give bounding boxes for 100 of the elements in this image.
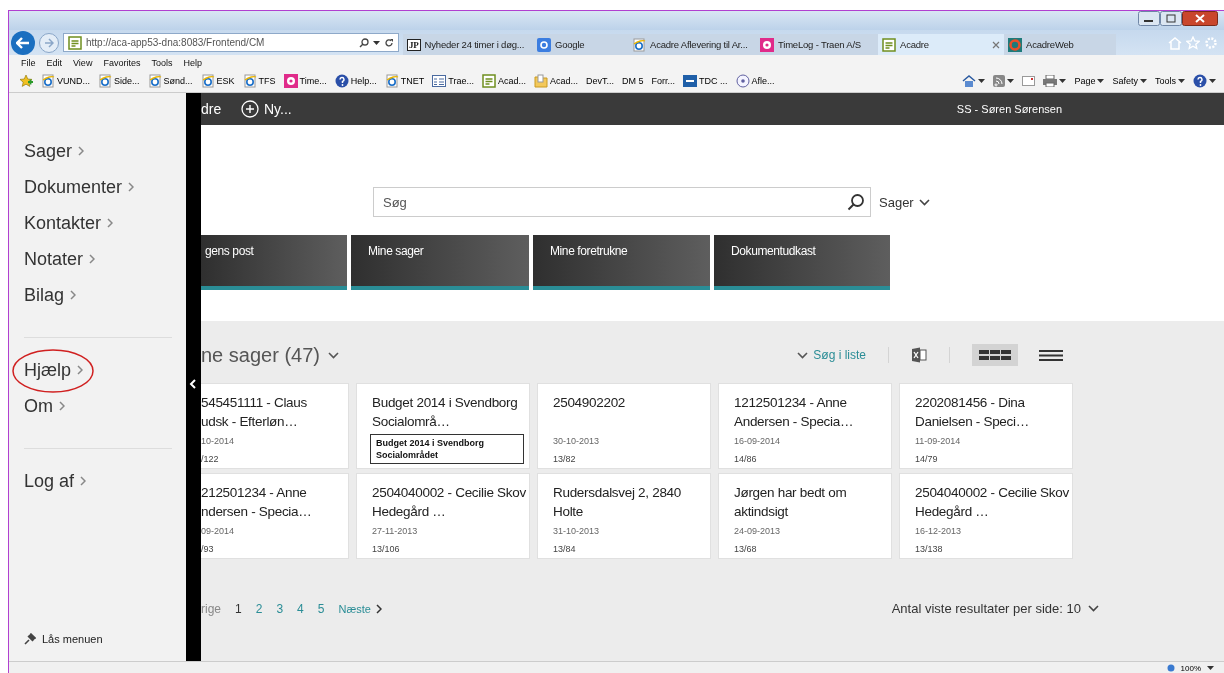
user-name[interactable]: SS - Søren Sørensen (956, 103, 1062, 115)
menu-item[interactable]: File (21, 57, 36, 68)
arrow-left-icon (16, 36, 30, 49)
tile[interactable]: Dokumentudkast (714, 235, 890, 290)
case-card[interactable]: 2504040002 - Cecilie Skov Hedegård … 16-12-2013 13/138 (899, 473, 1073, 559)
menu-item[interactable]: Help (183, 57, 202, 68)
chevron-icon (70, 290, 77, 300)
browser-tab[interactable]: TimeLog - Traen A/S (756, 34, 878, 55)
favorite-link[interactable]: Help... (350, 76, 377, 86)
case-card[interactable]: Rudersdalsvej 2, 2840 Holte 31-10-2013 13/84 (537, 473, 711, 559)
scope-dropdown[interactable]: Sager (879, 194, 930, 210)
case-number: 13/106 (372, 544, 401, 554)
favorite-link[interactable]: Afle... (751, 76, 775, 86)
app-logo-text: dre (201, 101, 223, 117)
back-button[interactable] (11, 30, 35, 55)
menu-item[interactable]: Tools (151, 57, 173, 68)
menu-item[interactable]: Edit (46, 57, 63, 68)
lock-menu-link[interactable]: Lås menuen (42, 633, 103, 645)
case-card[interactable]: 1212501234 - Anne Andersen - Specia… 16-09-2014 14/86 (718, 383, 892, 469)
favorite-link[interactable]: TNET (400, 76, 425, 86)
favorite-link[interactable]: DevT... (585, 76, 614, 86)
command-menu[interactable]: Tools (1155, 76, 1176, 86)
nav-item[interactable]: Bilag (24, 284, 65, 306)
command-menu[interactable]: Safety (1112, 76, 1138, 86)
dropdown-arrow-icon (978, 79, 986, 83)
favorite-link[interactable]: Time... (299, 76, 327, 86)
star-icon[interactable] (1186, 35, 1200, 50)
case-card[interactable]: 2504902202 30-10-2013 13/82 (537, 383, 711, 469)
favorite-link[interactable]: VUND... (57, 76, 90, 86)
page-size-dropdown[interactable]: Antal viste resultater per side: 10 (891, 601, 1099, 616)
favorite-link[interactable]: Forr... (651, 76, 675, 86)
tile[interactable]: gens post (201, 235, 347, 290)
case-card[interactable]: Jørgen har bedt om aktindsigt 24-09-2013 13/68 (718, 473, 892, 559)
tile[interactable]: Mine foretrukne (533, 235, 710, 290)
arrow-right-icon (44, 37, 54, 48)
search-icon[interactable] (847, 193, 865, 211)
browser-tab[interactable]: JP Nyheder 24 timer i døg... (403, 34, 533, 55)
tile-view-button[interactable] (972, 344, 1018, 366)
home-icon[interactable] (962, 74, 977, 88)
favorite-link[interactable]: ESK (216, 76, 235, 86)
chevron-down-icon (918, 198, 930, 206)
favorite-link[interactable]: Acad... (497, 76, 526, 86)
refresh-icon (384, 37, 394, 48)
case-title: 1212501234 - Anne Andersen - Specia… (734, 394, 855, 431)
case-card[interactable]: 2202081456 - Dina Danielsen - Speci… 11-09-2014 14/79 (899, 383, 1073, 469)
address-field[interactable]: http://aca-app53-dna:8083/Frontend/CM (63, 33, 399, 52)
ie-page-icon (98, 74, 112, 88)
nav-item[interactable]: Om (24, 395, 53, 417)
tile[interactable]: Mine sager (351, 235, 529, 290)
new-button[interactable]: Ny... (241, 100, 292, 118)
minimize-button[interactable] (1138, 11, 1160, 26)
case-card[interactable]: 545451111 - Claus udsk - Efterløn… 10-2014 /122 (201, 383, 349, 469)
logout-link[interactable]: Log af (24, 470, 75, 492)
feed-icon[interactable] (993, 75, 1006, 87)
case-date: 30-10-2013 (553, 436, 601, 446)
case-card[interactable]: Budget 2014 i Svendborg Socialområ… Budget 2014 i Svendborg Socialområdet (356, 383, 530, 469)
dropdown-arrow-icon (1097, 79, 1105, 83)
browser-tab[interactable]: AcadreWeb (1004, 34, 1116, 55)
command-menu[interactable]: Page (1074, 76, 1096, 86)
dropdown-arrow-icon (1140, 79, 1147, 83)
browser-tab[interactable]: Acadre Aflevering til Ar... (628, 34, 756, 55)
favorite-link[interactable]: Side... (114, 76, 140, 86)
ie-page-icon (41, 74, 55, 88)
favorite-link[interactable]: Trae... (448, 76, 474, 86)
nav-item[interactable]: Sager (24, 140, 73, 162)
case-number: /122 (201, 454, 220, 464)
page-link[interactable]: 1 (235, 601, 242, 616)
mail-icon[interactable] (1022, 76, 1036, 86)
ie-page-icon (147, 74, 162, 88)
menu-item[interactable]: Favorites (103, 57, 141, 68)
dropdown-arrow-icon (1059, 79, 1067, 83)
menu-item[interactable]: View (73, 57, 93, 68)
chevron-icon (375, 603, 382, 614)
logo (537, 37, 551, 52)
zoom-icon (1166, 664, 1175, 672)
nav-item[interactable]: Notater (24, 248, 84, 270)
help-icon (334, 74, 349, 88)
next-link[interactable]: Næste (338, 602, 382, 615)
search-field[interactable]: Søg (373, 187, 871, 217)
favorite-link[interactable]: Acad... (549, 76, 578, 86)
printer-icon[interactable] (1043, 75, 1058, 87)
nav-item[interactable]: Dokumenter (24, 176, 123, 198)
browser-tab[interactable]: Google (533, 34, 628, 55)
favorite-link[interactable]: DM 5 (622, 76, 644, 86)
case-card[interactable]: 2504040002 - Cecilie Skov Hedegård … 27-11-2013 13/106 (356, 473, 530, 559)
case-title: 212501234 - Anne ndersen - Specia… (201, 484, 313, 521)
nav-item[interactable]: Kontakter (24, 212, 102, 234)
close-button[interactable] (1182, 11, 1218, 26)
excel-icon[interactable] (911, 347, 927, 363)
plus-circle-icon (241, 100, 259, 118)
dropdown-arrow-icon (373, 40, 380, 45)
favorites-star-icon[interactable] (19, 74, 33, 88)
lines-icon (1039, 349, 1063, 361)
case-card[interactable]: 212501234 - Anne ndersen - Specia… 09-2014 /93 (201, 473, 349, 559)
zoom-level[interactable]: 100% (1180, 663, 1201, 673)
list-title: ne sager (47) (201, 343, 320, 367)
favorite-link[interactable]: TFS (258, 76, 276, 86)
favorite-link[interactable]: Sønd... (163, 76, 193, 86)
favorite-link[interactable]: TDC ... (699, 76, 728, 86)
browser-tab[interactable]: Acadre (878, 34, 1004, 55)
